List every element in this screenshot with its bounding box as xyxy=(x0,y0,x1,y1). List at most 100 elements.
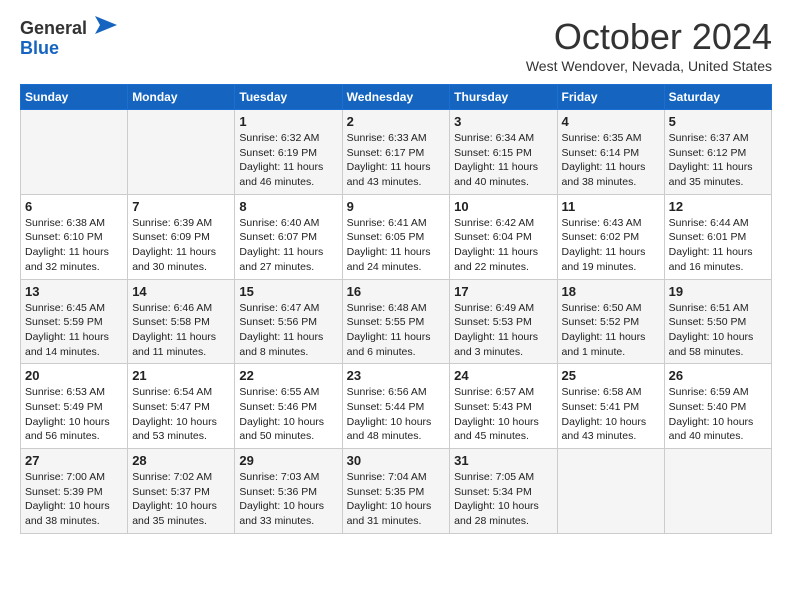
day-info: Sunrise: 6:32 AM Sunset: 6:19 PM Dayligh… xyxy=(239,131,337,190)
day-info: Sunrise: 6:58 AM Sunset: 5:41 PM Dayligh… xyxy=(562,385,660,444)
day-cell: 26 Sunrise: 6:59 AM Sunset: 5:40 PM Dayli… xyxy=(664,364,771,449)
day-cell xyxy=(664,449,771,534)
day-info: Sunrise: 6:39 AM Sunset: 6:09 PM Dayligh… xyxy=(132,216,230,275)
month-title: October 2024 xyxy=(526,16,772,58)
day-info: Sunrise: 6:47 AM Sunset: 5:56 PM Dayligh… xyxy=(239,301,337,360)
day-cell: 28 Sunrise: 7:02 AM Sunset: 5:37 PM Dayli… xyxy=(128,449,235,534)
location: West Wendover, Nevada, United States xyxy=(526,58,772,74)
day-cell: 15 Sunrise: 6:47 AM Sunset: 5:56 PM Dayli… xyxy=(235,279,342,364)
calendar-table: SundayMondayTuesdayWednesdayThursdayFrid… xyxy=(20,84,772,534)
day-info: Sunrise: 6:33 AM Sunset: 6:17 PM Dayligh… xyxy=(347,131,446,190)
day-cell: 23 Sunrise: 6:56 AM Sunset: 5:44 PM Dayli… xyxy=(342,364,450,449)
day-number: 14 xyxy=(132,284,230,299)
day-number: 24 xyxy=(454,368,552,383)
logo-blue: Blue xyxy=(20,38,59,58)
day-info: Sunrise: 6:42 AM Sunset: 6:04 PM Dayligh… xyxy=(454,216,552,275)
weekday-header-wednesday: Wednesday xyxy=(342,85,450,110)
day-number: 1 xyxy=(239,114,337,129)
day-number: 13 xyxy=(25,284,123,299)
weekday-header-monday: Monday xyxy=(128,85,235,110)
day-info: Sunrise: 7:03 AM Sunset: 5:36 PM Dayligh… xyxy=(239,470,337,529)
day-number: 27 xyxy=(25,453,123,468)
day-number: 7 xyxy=(132,199,230,214)
day-cell: 10Sunrise: 6:42 AM Sunset: 6:04 PM Dayli… xyxy=(450,194,557,279)
day-info: Sunrise: 6:34 AM Sunset: 6:15 PM Dayligh… xyxy=(454,131,552,190)
day-cell: 16Sunrise: 6:48 AM Sunset: 5:55 PM Dayli… xyxy=(342,279,450,364)
day-cell: 25 Sunrise: 6:58 AM Sunset: 5:41 PM Dayli… xyxy=(557,364,664,449)
day-info: Sunrise: 6:41 AM Sunset: 6:05 PM Dayligh… xyxy=(347,216,446,275)
day-info: Sunrise: 7:00 AM Sunset: 5:39 PM Dayligh… xyxy=(25,470,123,529)
day-number: 17 xyxy=(454,284,552,299)
day-info: Sunrise: 7:05 AM Sunset: 5:34 PM Dayligh… xyxy=(454,470,552,529)
day-number: 30 xyxy=(347,453,446,468)
day-number: 12 xyxy=(669,199,767,214)
day-number: 21 xyxy=(132,368,230,383)
day-cell xyxy=(128,110,235,195)
week-row-1: 1 Sunrise: 6:32 AM Sunset: 6:19 PM Daylig… xyxy=(21,110,772,195)
day-info: Sunrise: 6:43 AM Sunset: 6:02 PM Dayligh… xyxy=(562,216,660,275)
day-number: 2 xyxy=(347,114,446,129)
day-number: 15 xyxy=(239,284,337,299)
logo-icon xyxy=(95,16,117,34)
day-number: 23 xyxy=(347,368,446,383)
day-cell: 31Sunrise: 7:05 AM Sunset: 5:34 PM Dayli… xyxy=(450,449,557,534)
day-cell: 18Sunrise: 6:50 AM Sunset: 5:52 PM Dayli… xyxy=(557,279,664,364)
day-number: 28 xyxy=(132,453,230,468)
week-row-3: 13 Sunrise: 6:45 AM Sunset: 5:59 PM Dayli… xyxy=(21,279,772,364)
day-cell: 21 Sunrise: 6:54 AM Sunset: 5:47 PM Dayli… xyxy=(128,364,235,449)
day-number: 25 xyxy=(562,368,660,383)
logo-general: General xyxy=(20,18,87,38)
week-row-2: 6 Sunrise: 6:38 AM Sunset: 6:10 PM Daylig… xyxy=(21,194,772,279)
day-info: Sunrise: 7:02 AM Sunset: 5:37 PM Dayligh… xyxy=(132,470,230,529)
day-info: Sunrise: 6:46 AM Sunset: 5:58 PM Dayligh… xyxy=(132,301,230,360)
day-info: Sunrise: 6:54 AM Sunset: 5:47 PM Dayligh… xyxy=(132,385,230,444)
title-block: October 2024 West Wendover, Nevada, Unit… xyxy=(526,16,772,74)
calendar-container: General Blue October 2024 West Wendover,… xyxy=(0,0,792,550)
day-number: 29 xyxy=(239,453,337,468)
day-cell xyxy=(21,110,128,195)
day-info: Sunrise: 6:50 AM Sunset: 5:52 PM Dayligh… xyxy=(562,301,660,360)
day-cell: 11Sunrise: 6:43 AM Sunset: 6:02 PM Dayli… xyxy=(557,194,664,279)
day-number: 22 xyxy=(239,368,337,383)
day-info: Sunrise: 6:51 AM Sunset: 5:50 PM Dayligh… xyxy=(669,301,767,360)
day-number: 26 xyxy=(669,368,767,383)
day-info: Sunrise: 6:35 AM Sunset: 6:14 PM Dayligh… xyxy=(562,131,660,190)
day-info: Sunrise: 6:55 AM Sunset: 5:46 PM Dayligh… xyxy=(239,385,337,444)
day-cell: 1 Sunrise: 6:32 AM Sunset: 6:19 PM Daylig… xyxy=(235,110,342,195)
day-number: 3 xyxy=(454,114,552,129)
day-number: 9 xyxy=(347,199,446,214)
day-info: Sunrise: 6:40 AM Sunset: 6:07 PM Dayligh… xyxy=(239,216,337,275)
day-info: Sunrise: 6:48 AM Sunset: 5:55 PM Dayligh… xyxy=(347,301,446,360)
day-info: Sunrise: 6:37 AM Sunset: 6:12 PM Dayligh… xyxy=(669,131,767,190)
weekday-header-thursday: Thursday xyxy=(450,85,557,110)
week-row-4: 20Sunrise: 6:53 AM Sunset: 5:49 PM Dayli… xyxy=(21,364,772,449)
day-cell: 7 Sunrise: 6:39 AM Sunset: 6:09 PM Daylig… xyxy=(128,194,235,279)
day-info: Sunrise: 6:38 AM Sunset: 6:10 PM Dayligh… xyxy=(25,216,123,275)
day-cell: 8Sunrise: 6:40 AM Sunset: 6:07 PM Daylig… xyxy=(235,194,342,279)
day-cell: 30Sunrise: 7:04 AM Sunset: 5:35 PM Dayli… xyxy=(342,449,450,534)
day-cell: 5 Sunrise: 6:37 AM Sunset: 6:12 PM Daylig… xyxy=(664,110,771,195)
day-info: Sunrise: 6:59 AM Sunset: 5:40 PM Dayligh… xyxy=(669,385,767,444)
day-cell: 4 Sunrise: 6:35 AM Sunset: 6:14 PM Daylig… xyxy=(557,110,664,195)
day-info: Sunrise: 6:56 AM Sunset: 5:44 PM Dayligh… xyxy=(347,385,446,444)
day-cell: 19 Sunrise: 6:51 AM Sunset: 5:50 PM Dayli… xyxy=(664,279,771,364)
day-cell: 17 Sunrise: 6:49 AM Sunset: 5:53 PM Dayli… xyxy=(450,279,557,364)
day-info: Sunrise: 6:45 AM Sunset: 5:59 PM Dayligh… xyxy=(25,301,123,360)
day-cell: 14 Sunrise: 6:46 AM Sunset: 5:58 PM Dayli… xyxy=(128,279,235,364)
header: General Blue October 2024 West Wendover,… xyxy=(20,16,772,74)
day-cell: 27 Sunrise: 7:00 AM Sunset: 5:39 PM Dayli… xyxy=(21,449,128,534)
day-number: 4 xyxy=(562,114,660,129)
day-info: Sunrise: 6:49 AM Sunset: 5:53 PM Dayligh… xyxy=(454,301,552,360)
weekday-header-saturday: Saturday xyxy=(664,85,771,110)
day-cell: 24Sunrise: 6:57 AM Sunset: 5:43 PM Dayli… xyxy=(450,364,557,449)
weekday-header-friday: Friday xyxy=(557,85,664,110)
day-number: 5 xyxy=(669,114,767,129)
day-cell: 22 Sunrise: 6:55 AM Sunset: 5:46 PM Dayli… xyxy=(235,364,342,449)
day-number: 6 xyxy=(25,199,123,214)
day-cell: 29 Sunrise: 7:03 AM Sunset: 5:36 PM Dayli… xyxy=(235,449,342,534)
day-number: 19 xyxy=(669,284,767,299)
day-cell: 9 Sunrise: 6:41 AM Sunset: 6:05 PM Daylig… xyxy=(342,194,450,279)
weekday-header-sunday: Sunday xyxy=(21,85,128,110)
day-cell: 20Sunrise: 6:53 AM Sunset: 5:49 PM Dayli… xyxy=(21,364,128,449)
weekday-header-row: SundayMondayTuesdayWednesdayThursdayFrid… xyxy=(21,85,772,110)
